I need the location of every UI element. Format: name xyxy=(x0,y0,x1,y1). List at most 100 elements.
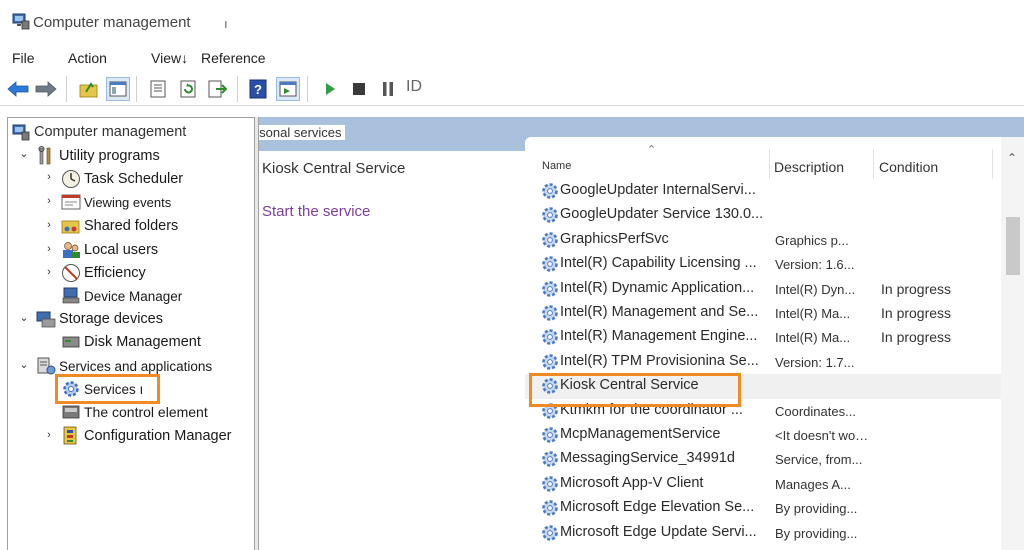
table-row[interactable]: Intel(R) Capability Licensing ... Version… xyxy=(525,252,1001,276)
toolbar-separator xyxy=(136,76,137,102)
restart-service-button[interactable]: ID xyxy=(406,78,422,96)
service-name: Intel(R) Dynamic Application... xyxy=(560,279,755,296)
tree-root[interactable]: Computer management xyxy=(11,121,186,143)
details-pane: Kiosk Central Service Start the service … xyxy=(258,117,1024,550)
table-row[interactable]: Intel(R) Dynamic Application... Intel(R) … xyxy=(525,277,1001,301)
column-separator[interactable] xyxy=(769,149,770,179)
service-description: By providing... xyxy=(775,525,858,541)
chevron-down-icon[interactable]: ⌄ xyxy=(18,358,30,371)
menu-view[interactable]: View↓ xyxy=(151,50,188,66)
title-bar: Computer management ı xyxy=(0,0,1024,44)
tree-item-local-users[interactable]: Local users xyxy=(61,239,158,261)
show-hide-tree-button[interactable] xyxy=(106,77,130,101)
start-service-button[interactable] xyxy=(318,77,342,101)
service-description: Version: 1.6... xyxy=(775,257,855,273)
tree-item-label: The control element xyxy=(84,404,208,420)
chevron-right-icon[interactable]: › xyxy=(43,171,55,183)
computer-management-icon xyxy=(11,122,31,142)
service-description: By providing... xyxy=(775,501,858,517)
scroll-thumb[interactable] xyxy=(1006,217,1020,275)
table-row[interactable]: GoogleUpdater InternalServi... xyxy=(525,179,1001,203)
menu-reference[interactable]: Reference xyxy=(201,50,266,66)
properties-button[interactable] xyxy=(146,77,170,101)
wmi-control-icon xyxy=(61,402,81,422)
tree-item-utility-programs[interactable]: Utility programs xyxy=(36,145,160,167)
menu-file[interactable]: File xyxy=(12,50,35,66)
chevron-down-icon[interactable]: ⌄ xyxy=(18,147,30,160)
export-list-button[interactable] xyxy=(205,77,229,101)
table-row[interactable]: GraphicsPerfSvc Graphics p... xyxy=(525,228,1001,252)
performance-icon xyxy=(61,263,81,283)
console-tree: Computer management ⌄ Utility programs ›… xyxy=(7,117,255,550)
chevron-right-icon[interactable]: › xyxy=(43,266,55,278)
tree-item-label: Efficiency xyxy=(84,265,146,281)
tree-item-efficiency[interactable]: Efficiency xyxy=(61,262,146,284)
service-gear-icon xyxy=(542,231,558,248)
table-row[interactable]: McpManagementService <It doesn't work... xyxy=(525,423,1001,447)
computer-management-icon xyxy=(12,13,30,30)
services-list: ⌃ Name Description Condition GoogleUpdat… xyxy=(525,137,1024,550)
tree-item-storage-devices[interactable]: Storage devices xyxy=(36,308,163,330)
column-name[interactable]: Name xyxy=(542,160,571,172)
scroll-up-icon[interactable]: ⌃ xyxy=(1007,151,1017,165)
table-row[interactable]: Intel(R) TPM Provisionina Se... Version: … xyxy=(525,350,1001,374)
refresh-button[interactable] xyxy=(176,77,200,101)
chevron-down-icon[interactable]: ⌄ xyxy=(18,311,30,324)
export-icon xyxy=(208,80,227,98)
pause-service-button[interactable] xyxy=(376,77,400,101)
help-icon: ? xyxy=(249,79,267,99)
table-row[interactable]: Intel(R) Management and Se... Intel(R) Ma… xyxy=(525,301,1001,325)
service-condition: In progress xyxy=(881,305,952,321)
service-name: MessagingService_34991d xyxy=(560,450,735,467)
console-tree-icon xyxy=(109,81,127,97)
vertical-scrollbar[interactable]: ⌃ xyxy=(1001,137,1024,550)
help-button[interactable]: ? xyxy=(246,77,270,101)
tree-item-viewing-events[interactable]: Viewing events xyxy=(61,191,171,213)
tree-item-control-element[interactable]: The control element xyxy=(61,401,208,423)
menu-action[interactable]: Action xyxy=(68,50,107,66)
forward-button[interactable] xyxy=(34,77,58,101)
tree-item-label: Storage devices xyxy=(59,311,163,327)
tree-item-task-scheduler[interactable]: Task Scheduler xyxy=(61,168,183,190)
table-row[interactable]: Microsoft Edge Elevation Se... By providi… xyxy=(525,496,1001,520)
column-separator[interactable] xyxy=(873,149,874,179)
selected-service-title: Kiosk Central Service xyxy=(262,160,406,177)
chevron-right-icon[interactable]: › xyxy=(43,243,55,255)
up-folder-button[interactable] xyxy=(77,77,101,101)
table-row[interactable]: GoogleUpdater Service 130.0... xyxy=(525,203,1001,227)
chevron-right-icon[interactable]: › xyxy=(43,219,55,231)
start-service-link[interactable]: Start the service xyxy=(262,203,370,220)
menu-bar: File Action View↓ Reference xyxy=(0,44,1024,72)
column-condition[interactable]: Condition xyxy=(879,159,938,175)
table-row[interactable]: Microsoft App-V Client Manages A... xyxy=(525,472,1001,496)
sort-ascending-icon: ⌃ xyxy=(647,144,657,156)
service-name: Intel(R) TPM Provisionina Se... xyxy=(560,352,759,369)
forward-arrow-icon xyxy=(35,81,57,97)
stop-service-button[interactable] xyxy=(347,77,371,101)
chevron-right-icon[interactable]: › xyxy=(43,429,55,441)
service-gear-icon xyxy=(542,427,558,443)
title-caret: ı xyxy=(224,16,228,31)
service-description: Manages A... xyxy=(775,476,851,492)
service-description: Intel(R) Ma... xyxy=(775,306,851,321)
tree-item-shared-folders[interactable]: Shared folders xyxy=(61,215,178,237)
action-pane-button[interactable] xyxy=(276,77,300,101)
tree-item-label: Utility programs xyxy=(59,148,160,164)
tree-item-configuration-manager[interactable]: Configuration Manager xyxy=(61,425,232,447)
column-description[interactable]: Description xyxy=(774,159,844,175)
kiosk-service-highlight xyxy=(529,373,741,407)
service-description: Coordinates... xyxy=(775,403,856,419)
tree-item-disk-management[interactable]: Disk Management xyxy=(61,331,201,353)
back-button[interactable] xyxy=(6,77,30,101)
table-row[interactable]: Microsoft Edge Update Servi... By providi… xyxy=(525,521,1001,545)
table-row[interactable]: MessagingService_34991d Service, from... xyxy=(525,447,1001,471)
table-row[interactable]: Intel(R) Management Engine... Intel(R) Ma… xyxy=(525,325,1001,349)
services-highlight xyxy=(55,374,160,404)
service-gear-icon xyxy=(542,183,558,199)
chevron-right-icon[interactable]: › xyxy=(43,195,55,207)
tree-item-device-manager[interactable]: Device Manager xyxy=(61,285,182,307)
folder-up-icon xyxy=(79,82,98,98)
configuration-manager-icon xyxy=(61,426,81,446)
service-description: Version: 1.7... xyxy=(775,354,855,370)
column-separator[interactable] xyxy=(992,149,993,179)
